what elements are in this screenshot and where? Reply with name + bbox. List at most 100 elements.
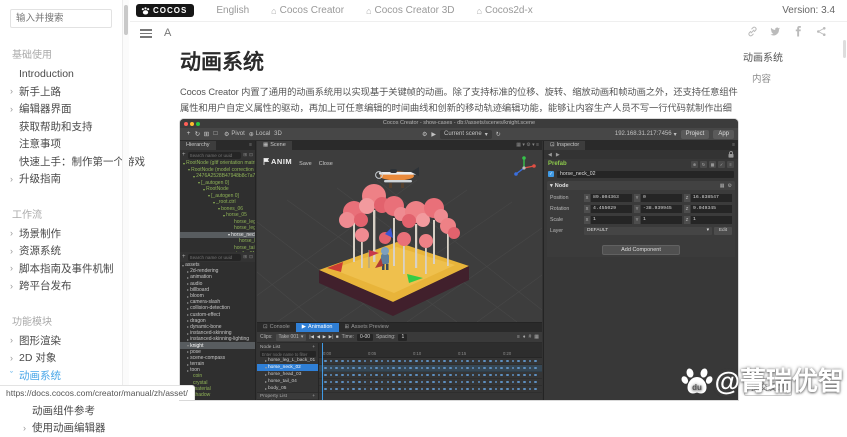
animation-node-row[interactable]: ▸ horse_leg_L_back_01 — [257, 357, 318, 364]
sidebar-search-input[interactable] — [10, 9, 112, 28]
transform-tool-icon[interactable]: + — [184, 130, 193, 138]
animation-node-row[interactable]: ▸ horse_tail_04 — [257, 378, 318, 385]
tab-console[interactable]: ⊡ Console — [257, 323, 296, 332]
nav-cocos2d-x[interactable]: ⌂ Cocos2d-x — [477, 5, 533, 16]
axis-x-value[interactable]: 1 — [591, 216, 632, 224]
anim-close-button[interactable]: Close — [319, 161, 333, 167]
sidebar-scrollbar-thumb[interactable] — [124, 5, 129, 35]
add-asset-icon[interactable]: + — [182, 254, 186, 260]
cocos-logo[interactable]: COCOS — [136, 4, 194, 17]
sidebar-item[interactable]: 快速上手：制作第一个游戏 — [10, 153, 122, 171]
feedback-button[interactable]: 提交反馈 — [744, 378, 792, 396]
twitter-icon[interactable] — [770, 26, 781, 37]
sidebar-item[interactable]: 动画组件参考 — [10, 402, 122, 420]
transport-button[interactable]: |◀ — [309, 334, 314, 340]
sidebar-item[interactable]: › 跨平台发布 — [10, 277, 122, 295]
toc-link-animation-system[interactable]: 动画系统 — [743, 49, 839, 64]
panel-menu-icon[interactable]: ≡ — [249, 141, 255, 150]
node-active-checkbox[interactable]: ✓ — [548, 171, 554, 177]
hierarchy-node[interactable]: ▾ RootNode (model correction matrix) — [180, 167, 255, 174]
scene-viewport[interactable]: ANIM Save Close — [257, 150, 542, 322]
timeline-ruler[interactable]: 0:00 0:05 0:10 0:15 0:20 — [319, 343, 542, 358]
anim-save-button[interactable]: Save — [299, 161, 312, 167]
sidebar-item[interactable]: ˇ 动画系统 — [10, 367, 122, 385]
collapse-all-icon[interactable]: ⊡ — [249, 254, 253, 260]
tab-animation[interactable]: ▶ Animation — [296, 323, 339, 332]
prefab-action-icon[interactable]: ↻ — [700, 161, 707, 168]
asset-item[interactable]: ▸ instanced-skinning-lighting — [180, 336, 255, 342]
sidebar-item[interactable]: › 图形渲染 — [10, 332, 122, 350]
expand-all-icon[interactable]: ⊞ — [243, 152, 247, 158]
sidebar-item[interactable]: › 脚本指南及事件机制 — [10, 260, 122, 278]
back-icon[interactable]: ◀ — [548, 152, 552, 158]
prefab-action-icon[interactable]: ✓ — [718, 161, 725, 168]
tab-assets-preview[interactable]: ⊞ Assets Preview — [339, 323, 395, 332]
keyframe-icon[interactable]: ♦ — [523, 334, 526, 340]
menu-toggle-icon[interactable] — [140, 29, 152, 38]
axis-z-value[interactable]: 9.049345 — [691, 205, 732, 213]
facebook-icon[interactable] — [793, 26, 804, 37]
sidebar-item[interactable]: › 升级指南 — [10, 170, 122, 188]
play-icon[interactable]: ▶ — [431, 131, 436, 138]
axis-z-value[interactable]: 16.838547 — [691, 194, 732, 202]
font-size-toggle[interactable]: A — [164, 27, 171, 39]
nav-english[interactable]: English — [216, 5, 249, 16]
animation-node-row[interactable]: ▸ body_05 — [257, 385, 318, 392]
add-node-icon[interactable]: + — [182, 152, 186, 158]
share-icon[interactable] — [816, 26, 827, 37]
transport-button[interactable]: ▶ — [323, 334, 327, 340]
node-name-input[interactable] — [557, 171, 734, 178]
tab-inspector[interactable]: ⊡ Inspector — [544, 141, 585, 150]
preview-url-dropdown[interactable]: 192.168.31.217:7456 ▾ — [615, 131, 677, 138]
gear-icon[interactable]: ⚙ — [526, 142, 530, 148]
toc-scrollbar-thumb[interactable] — [843, 40, 846, 58]
axis-y-value[interactable]: -38.939945 — [641, 205, 682, 213]
toc-link-content[interactable]: 内容 — [752, 71, 839, 85]
hierarchy-search-input[interactable] — [188, 152, 242, 159]
clip-dropdown[interactable]: Take 001 ▾ — [276, 334, 307, 341]
assets-search-input[interactable] — [188, 254, 242, 261]
transport-button[interactable]: ◀ — [317, 334, 321, 340]
timeline-playhead[interactable] — [322, 343, 323, 400]
nav-cocos-creator[interactable]: ⌂ Cocos Creator — [271, 5, 344, 16]
panel-menu-icon[interactable]: ≡ — [732, 141, 738, 150]
mode-3d-toggle[interactable]: 3D — [274, 131, 282, 137]
keyframe-row[interactable] — [319, 372, 542, 379]
keyframe-row[interactable] — [319, 379, 542, 386]
keyframe-row[interactable] — [319, 365, 542, 372]
transform-tool-icon[interactable]: ↻ — [193, 130, 202, 138]
panel-menu-icon[interactable]: ≡ — [536, 142, 539, 148]
time-value[interactable]: 0-00 — [357, 334, 373, 341]
keyframe-row[interactable] — [319, 358, 542, 365]
copy-icon[interactable]: ▦ — [720, 183, 725, 189]
add-component-button[interactable]: Add Component — [602, 245, 680, 255]
local-toggle[interactable]: ⊕ Local — [249, 131, 270, 138]
sidebar-item[interactable]: Introduction — [10, 65, 122, 83]
keyframe-row[interactable] — [319, 386, 542, 393]
app-button[interactable]: App — [713, 130, 734, 139]
forward-icon[interactable]: ▶ — [556, 152, 560, 158]
transform-tool-icon[interactable]: □ — [211, 130, 220, 138]
pivot-toggle[interactable]: ⚙ Pivot — [224, 131, 245, 138]
sidebar-item[interactable]: 注意事项 — [10, 135, 122, 153]
axis-x-value[interactable]: 4.455029 — [591, 205, 632, 213]
chevron-down-icon[interactable]: ▾ — [522, 142, 525, 148]
axis-x-value[interactable]: 89.804363 — [591, 194, 632, 202]
grid-icon[interactable]: ▦ — [534, 334, 539, 340]
sidebar-item[interactable]: › 场景制作 — [10, 225, 122, 243]
prefab-action-icon[interactable]: ≡ — [727, 161, 734, 168]
spacing-value[interactable]: 1 — [398, 334, 407, 341]
hierarchy-node[interactable]: ▾ RootNode (gltf orientation matrix) — [180, 160, 255, 167]
sidebar-item[interactable]: › 编辑器界面 — [10, 100, 122, 118]
sidebar-item[interactable]: › 2D 对象 — [10, 349, 122, 367]
animation-node-row[interactable]: ▸ horse_head_03 — [257, 371, 318, 378]
axis-y-value[interactable]: 0 — [641, 194, 682, 202]
scene-select-dropdown[interactable]: Current scene ▾ — [440, 130, 492, 139]
lock-icon[interactable] — [728, 151, 734, 158]
gear-icon[interactable]: ⚙ — [728, 183, 732, 189]
refresh-icon[interactable]: ↻ — [496, 131, 501, 138]
chevron-down-icon[interactable]: ▾ — [532, 142, 535, 148]
expand-all-icon[interactable]: ⊞ — [243, 254, 247, 260]
sidebar-item[interactable]: › 新手上路 — [10, 83, 122, 101]
transport-button[interactable]: ■ — [336, 334, 339, 340]
